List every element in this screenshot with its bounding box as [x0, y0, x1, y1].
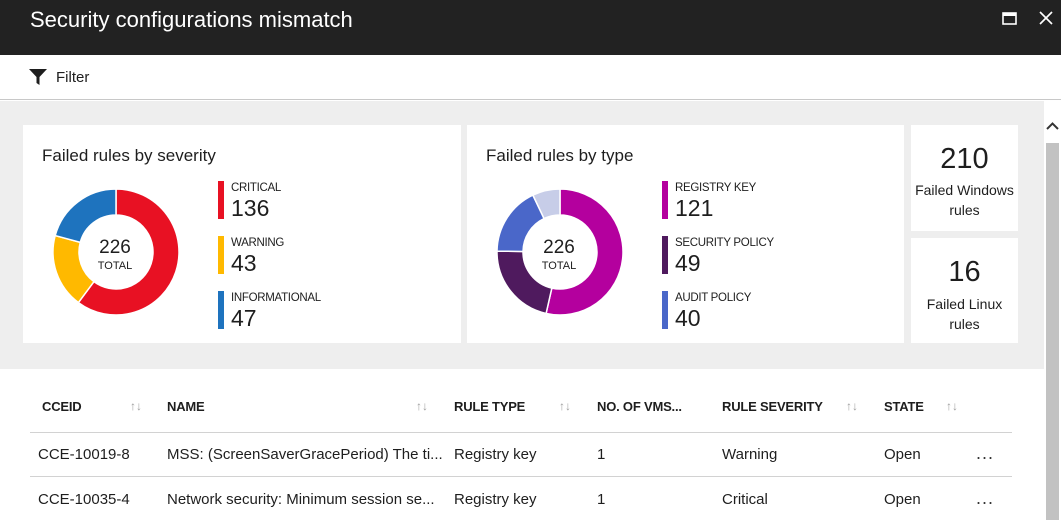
- legend-swatch-informational: [218, 291, 224, 329]
- more-options-icon[interactable]: ...: [976, 443, 994, 464]
- column-header-no-of-vms[interactable]: NO. OF VMS...: [597, 399, 682, 414]
- legend-swatch-audit-policy: [662, 291, 668, 329]
- column-header-rule-type[interactable]: RULE TYPE: [454, 399, 525, 414]
- legend-value-registry-key: 121: [675, 195, 714, 221]
- legend-swatch-critical: [218, 181, 224, 219]
- column-header-state[interactable]: STATE: [884, 399, 924, 414]
- close-icon: [1039, 11, 1053, 25]
- legend-swatch-registry-key: [662, 181, 668, 219]
- cell-rule-severity: Warning: [722, 446, 778, 463]
- table-row[interactable]: CCE-10035-4 Network security: Minimum se…: [30, 478, 1012, 520]
- cell-no-of-vms: 1: [597, 446, 606, 463]
- cell-name: Network security: Minimum session se...: [167, 491, 435, 508]
- legend-label-audit-policy: AUDIT POLICY: [675, 292, 752, 304]
- failed-linux-label-line2: rules: [949, 316, 980, 332]
- failed-windows-value: 210: [940, 143, 989, 175]
- legend-value-critical: 136: [231, 195, 270, 221]
- toolbar: Filter: [0, 55, 1061, 100]
- failed-linux-label: Failed Linux rules: [911, 294, 1018, 334]
- cell-rule-type: Registry key: [454, 446, 537, 463]
- legend-label-warning: WARNING: [231, 237, 285, 249]
- more-options-icon[interactable]: ...: [976, 488, 994, 509]
- chevron-up-icon: [1046, 122, 1059, 130]
- title-bar: Security configurations mismatch: [0, 0, 1061, 55]
- severity-total-label: TOTAL: [97, 260, 133, 272]
- cell-cceid: CCE-10035-4: [38, 491, 130, 508]
- legend-label-informational: INFORMATIONAL: [231, 292, 321, 304]
- close-button[interactable]: [1034, 8, 1058, 30]
- failed-linux-tile[interactable]: 16 Failed Linux rules: [911, 238, 1018, 343]
- failed-windows-label-line1: Failed Windows: [915, 182, 1014, 198]
- funnel-icon: [29, 69, 47, 85]
- column-header-rule-severity[interactable]: RULE SEVERITY: [722, 399, 823, 414]
- cell-state: Open: [884, 446, 921, 463]
- legend-value-security-policy: 49: [675, 250, 701, 276]
- legend-value-informational: 47: [231, 305, 257, 331]
- type-tile-title: Failed rules by type: [486, 146, 634, 165]
- sort-icon[interactable]: ↑↓: [846, 399, 858, 413]
- type-total-label: TOTAL: [541, 260, 577, 272]
- legend-label-registry-key: REGISTRY KEY: [675, 182, 756, 194]
- legend-label-security-policy: SECURITY POLICY: [675, 237, 774, 249]
- cell-state: Open: [884, 491, 921, 508]
- sort-icon[interactable]: ↑↓: [559, 399, 571, 413]
- content-area: Failed rules by severity 226 TOTAL CRITI…: [0, 101, 1044, 520]
- cell-no-of-vms: 1: [597, 491, 606, 508]
- column-header-cceid[interactable]: CCEID: [42, 399, 82, 414]
- scroll-thumb[interactable]: [1046, 143, 1059, 520]
- page-title: Security configurations mismatch: [30, 7, 353, 32]
- failed-windows-label: Failed Windows rules: [911, 180, 1018, 220]
- failed-windows-label-line2: rules: [949, 202, 980, 218]
- severity-tile[interactable]: Failed rules by severity 226 TOTAL CRITI…: [23, 125, 461, 343]
- table-row[interactable]: CCE-10019-8 MSS: (ScreenSaverGracePeriod…: [30, 433, 1012, 477]
- scroll-up-button[interactable]: [1044, 119, 1061, 133]
- legend-swatch-security-policy: [662, 236, 668, 274]
- severity-total-value: 226: [99, 237, 131, 258]
- legend-value-audit-policy: 40: [675, 305, 701, 331]
- filter-button[interactable]: Filter: [28, 65, 89, 89]
- legend-swatch-warning: [218, 236, 224, 274]
- failed-linux-label-line1: Failed Linux: [926, 296, 1003, 312]
- legend-value-warning: 43: [231, 250, 257, 276]
- maximize-icon: [1002, 12, 1017, 25]
- cell-name: MSS: (ScreenSaverGracePeriod) The ti...: [167, 446, 443, 463]
- cell-cceid: CCE-10019-8: [38, 446, 130, 463]
- type-tile[interactable]: Failed rules by type 226 TOTAL REGISTRY …: [467, 125, 904, 343]
- maximize-button[interactable]: [997, 8, 1021, 30]
- column-header-name[interactable]: NAME: [167, 399, 205, 414]
- legend-label-critical: CRITICAL: [231, 182, 281, 194]
- slice-informational[interactable]: [54, 188, 117, 244]
- failed-windows-tile[interactable]: 210 Failed Windows rules: [911, 125, 1018, 231]
- sort-icon[interactable]: ↑↓: [946, 399, 958, 413]
- filter-label: Filter: [56, 68, 90, 86]
- type-total-value: 226: [543, 237, 575, 258]
- severity-tile-title: Failed rules by severity: [42, 146, 216, 165]
- failed-linux-value: 16: [948, 256, 981, 288]
- rules-table: CCEID ↑↓ NAME ↑↓ RULE TYPE ↑↓ NO. OF VMS…: [0, 369, 1044, 520]
- cell-rule-severity: Critical: [722, 491, 768, 508]
- vertical-scrollbar[interactable]: [1044, 101, 1061, 520]
- cell-rule-type: Registry key: [454, 491, 537, 508]
- sort-icon[interactable]: ↑↓: [130, 399, 142, 413]
- sort-icon[interactable]: ↑↓: [416, 399, 428, 413]
